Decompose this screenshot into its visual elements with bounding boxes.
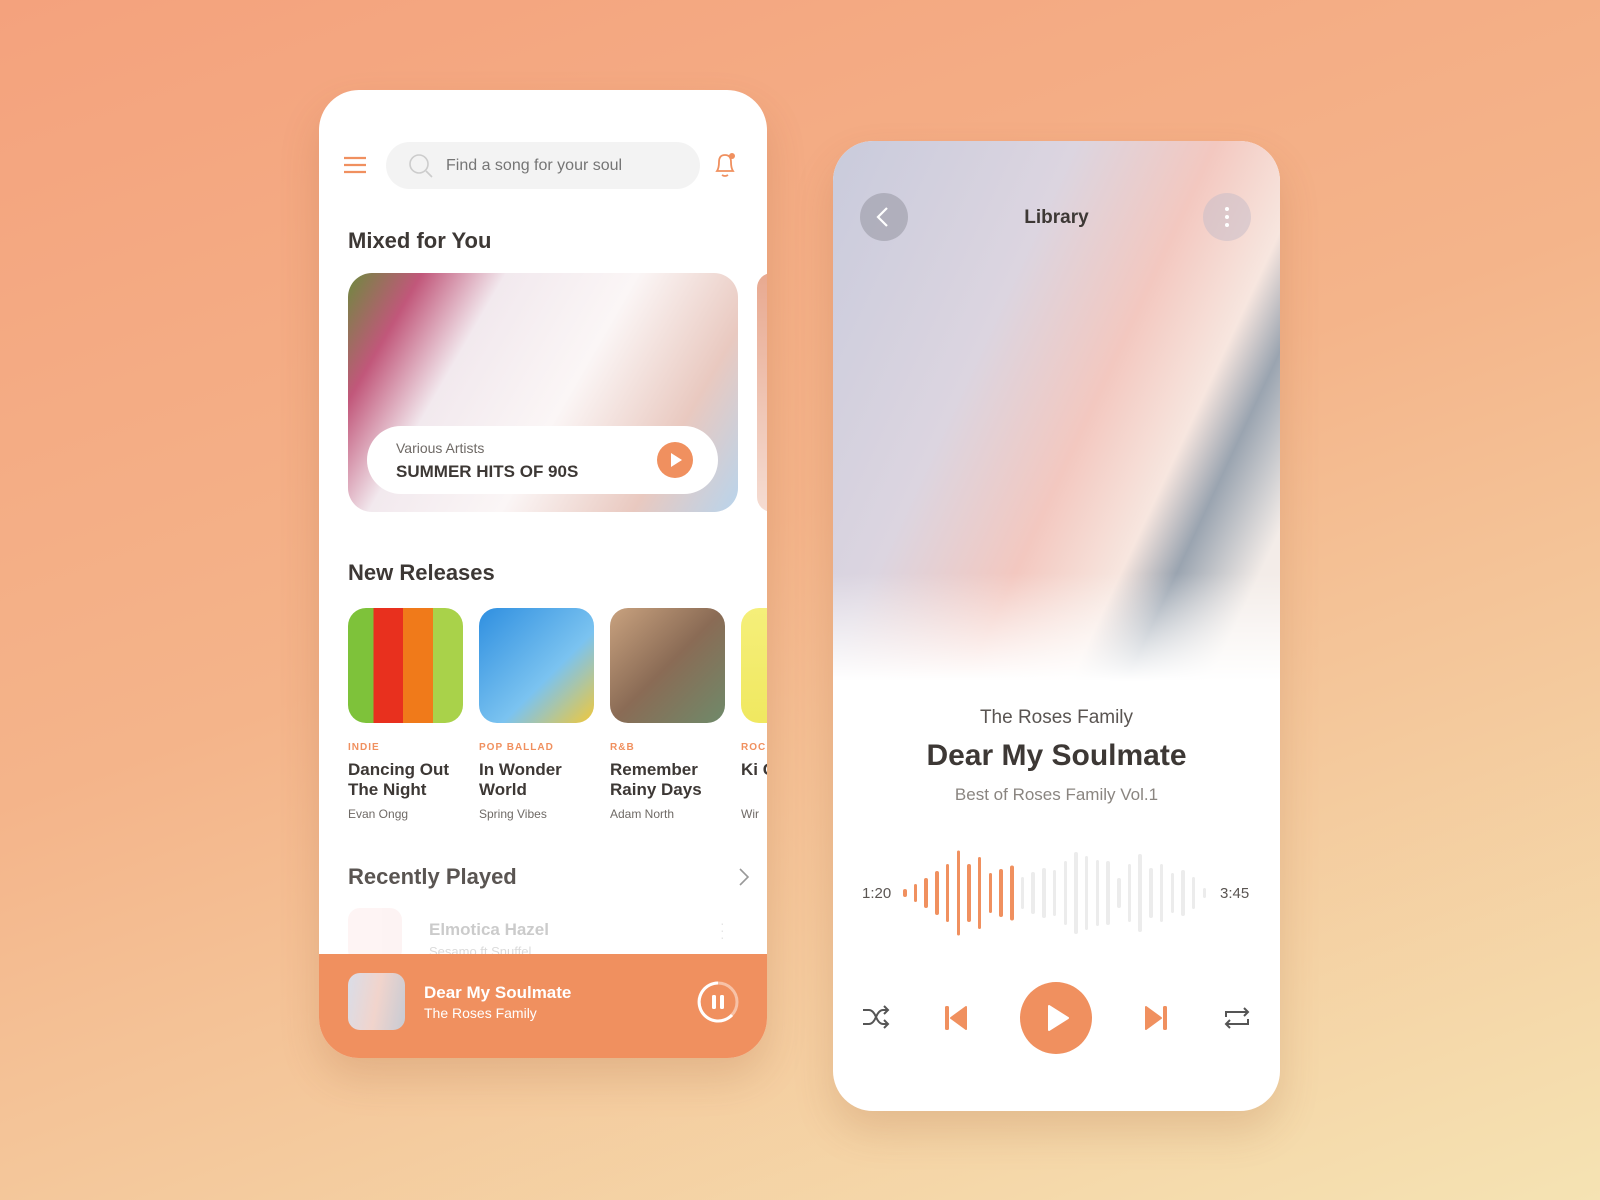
release-genre: POP BALLAD — [479, 742, 554, 753]
release-genre: ROC — [741, 742, 767, 753]
release-artist: Evan Ongg — [348, 807, 409, 821]
release-cover — [610, 608, 725, 723]
release-card[interactable]: INDIE Dancing Out The Night Evan Ongg — [348, 608, 463, 828]
search-input[interactable] — [446, 156, 686, 175]
play-button[interactable] — [1020, 982, 1092, 1054]
waveform-bar — [1052, 870, 1057, 916]
new-releases-heading: New Releases — [348, 560, 495, 585]
bell-icon — [715, 153, 735, 177]
waveform-bar — [913, 884, 918, 902]
release-artist: Adam North — [610, 807, 675, 821]
waveform-bar — [1149, 868, 1153, 918]
mini-player-artwork — [348, 973, 405, 1030]
track-artist: The Roses Family — [979, 707, 1134, 728]
pause-icon — [697, 981, 739, 1023]
play-icon — [671, 453, 682, 467]
release-genre: INDIE — [348, 742, 380, 753]
waveform-bar — [903, 889, 907, 897]
hamburger-icon — [344, 156, 366, 174]
recently-played-heading: Recently Played — [348, 864, 517, 889]
elapsed-time: 1:20 — [862, 885, 892, 902]
next-mix-card-peek[interactable] — [757, 273, 767, 512]
waveform-bar — [1010, 865, 1014, 921]
waveform-bar — [1181, 870, 1185, 916]
release-cover — [479, 608, 594, 723]
shuffle-icon — [863, 1005, 890, 1029]
more-icon[interactable]: · · · — [720, 916, 725, 944]
release-artist: Spring Vibes — [479, 807, 547, 821]
waveform-bar — [1159, 864, 1164, 922]
search-bar[interactable] — [386, 142, 700, 189]
player-screen: Library The Roses Family Dear My Soulmat… — [833, 141, 1280, 1111]
mini-player[interactable]: Dear My Soulmate The Roses Family — [319, 954, 767, 1058]
featured-title: SUMMER HITS OF 90S — [396, 462, 579, 481]
waveform-bar — [1084, 856, 1089, 930]
notifications-button[interactable] — [711, 150, 739, 185]
release-cover — [741, 608, 767, 723]
waveform-bar — [1042, 868, 1046, 918]
waveform-bar — [924, 878, 928, 908]
mixed-for-you-heading: Mixed for You — [348, 228, 492, 253]
waveform-bar — [1020, 877, 1025, 909]
waveform-bar — [988, 873, 993, 913]
waveform-bar — [1117, 878, 1121, 908]
waveform-bar — [1170, 873, 1174, 913]
waveform-bar — [977, 857, 982, 929]
more-vertical-icon — [1225, 207, 1229, 227]
waveform-bar — [956, 850, 960, 936]
waveform-bar — [935, 871, 939, 915]
waveform-bar — [1127, 864, 1132, 922]
more-options-button[interactable] — [1203, 193, 1251, 241]
release-genre: R&B — [610, 742, 635, 753]
mini-player-artist: The Roses Family — [424, 1005, 537, 1021]
waveform-bar — [1138, 854, 1142, 932]
shuffle-button[interactable] — [861, 1004, 891, 1035]
repeat-icon — [1224, 1007, 1250, 1029]
waveform-bar — [999, 869, 1003, 917]
waveform-bar — [1095, 860, 1100, 926]
waveform-bar — [945, 864, 950, 922]
waveform-bar — [967, 864, 971, 922]
waveform-bar — [1106, 861, 1110, 925]
release-card[interactable]: R&B Remember Rainy Days Adam North — [610, 608, 725, 828]
skip-next-icon — [1145, 1006, 1167, 1030]
mini-player-title: Dear My Soulmate — [424, 983, 572, 1002]
search-icon — [409, 153, 433, 178]
waveform-bar — [1063, 861, 1067, 925]
featured-subtitle: Various Artists — [396, 440, 485, 456]
recent-title: Elmotica Hazel — [429, 920, 549, 939]
skip-previous-icon — [945, 1006, 967, 1030]
pause-button[interactable] — [696, 980, 740, 1029]
featured-info-pill: Various Artists SUMMER HITS OF 90S — [367, 426, 718, 494]
release-title: Remember Rainy Days — [610, 760, 702, 799]
chevron-right-icon — [739, 868, 750, 886]
release-card[interactable]: ROC Ki Go Wir — [741, 608, 767, 828]
release-title: In Wonder World — [479, 760, 562, 799]
release-title: Dancing Out The Night — [348, 760, 450, 799]
waveform-bar — [1074, 852, 1078, 934]
duration-time: 3:45 — [1220, 885, 1250, 902]
waveform-bar — [1202, 888, 1207, 898]
release-card[interactable]: POP BALLAD In Wonder World Spring Vibes — [479, 608, 594, 828]
home-screen: Mixed for You Various Artists SUMMER HIT… — [319, 90, 767, 1058]
menu-button[interactable] — [343, 155, 367, 175]
next-button[interactable] — [1144, 1005, 1168, 1036]
waveform-bar — [1031, 872, 1035, 914]
release-title: Ki Go — [741, 760, 767, 779]
release-artist: Wir — [741, 807, 759, 821]
play-icon — [1048, 1005, 1069, 1031]
featured-play-button[interactable] — [657, 442, 693, 478]
previous-button[interactable] — [944, 1005, 968, 1036]
see-all-recent-button[interactable] — [737, 866, 751, 893]
waveform-bar — [1191, 877, 1196, 909]
featured-mix-card[interactable]: Various Artists SUMMER HITS OF 90S — [348, 273, 738, 512]
release-cover — [348, 608, 463, 723]
repeat-button[interactable] — [1223, 1004, 1251, 1037]
track-title: Dear My Soulmate — [926, 739, 1187, 772]
track-album: Best of Roses Family Vol.1 — [954, 785, 1159, 804]
